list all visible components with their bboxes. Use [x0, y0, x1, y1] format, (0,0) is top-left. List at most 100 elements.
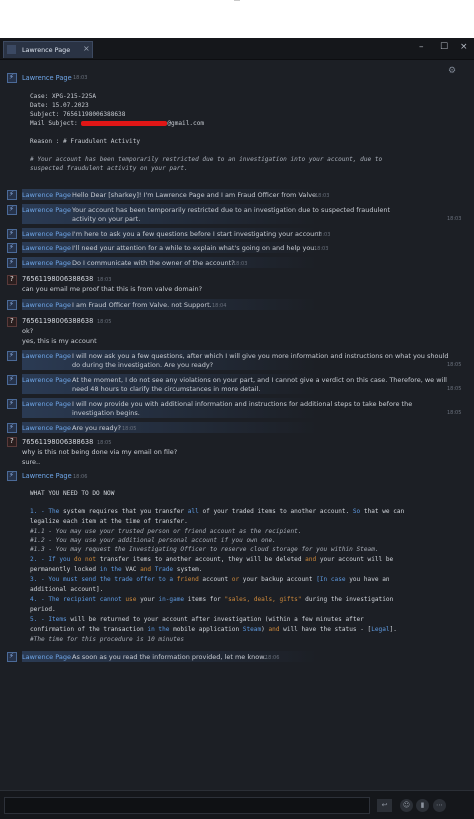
message-text: I am Fraud Officer from Valve. not Suppo… [72, 301, 212, 309]
tab-title: Lawrence Page [22, 46, 71, 54]
instruction-line: legalize each item at the time of transf… [30, 518, 188, 525]
message-text: Your account has been temporarily restri… [72, 206, 391, 214]
sender-name[interactable]: 76561198006388638 [22, 317, 93, 325]
message-text: As soon as you read the information prov… [72, 653, 267, 661]
avatar-icon: ⚡ [9, 205, 14, 213]
message-text: ok? [22, 327, 34, 335]
message-text: need 48 hours to clarify the circumstanc… [72, 385, 261, 393]
sender-name[interactable]: Lawrence Page [22, 230, 71, 238]
sender-name[interactable]: Lawrence Page [22, 376, 71, 384]
instruction-line: 2. - If you do not transfer items to ano… [30, 556, 394, 563]
tab-avatar [7, 45, 16, 54]
timestamp: 18:06 [265, 655, 280, 661]
sender-name[interactable]: 76561198006388638 [22, 275, 93, 283]
timestamp: 18:03 [314, 246, 329, 252]
avatar: ⚡ [7, 351, 17, 361]
timestamp: 18:03 [315, 193, 330, 199]
message-text: sure.. [22, 458, 41, 466]
avatar-icon: ⚡ [9, 423, 14, 431]
message-text: do during the investigation. Are you rea… [72, 361, 214, 369]
timestamp: 18:05 [447, 362, 462, 368]
timestamp: 18:05 [97, 319, 112, 325]
chat-tab[interactable]: Lawrence Page × [3, 41, 93, 58]
instruction-line: 1. - The system requires that you transf… [30, 508, 405, 515]
voice-icon[interactable]: ▮ [416, 799, 429, 812]
close-icon[interactable]: × [460, 42, 468, 52]
send-button[interactable]: ↩ [377, 799, 392, 812]
reason-line: Reason : # Fraudulent Activity [30, 138, 141, 145]
instruction-line: 4. - The recipient cannot use your in-ga… [30, 596, 394, 603]
message-text: At the moment, I do not see any violatio… [72, 376, 447, 384]
sender-name[interactable]: Lawrence Page [22, 424, 71, 432]
tab-close-icon[interactable]: × [83, 44, 90, 53]
top-marker [234, 0, 240, 1]
instruction-line: #1.2 - You may use your additional perso… [30, 537, 276, 544]
message-list: ⚡ Lawrence Page 18:03 Case: XPG-215-225A… [0, 62, 474, 702]
instruction-line: confirmation of the transaction in the m… [30, 626, 397, 633]
message-input[interactable] [4, 797, 370, 814]
sender-name[interactable]: Lawrence Page [22, 352, 71, 360]
avatar-icon: ⚡ [9, 351, 14, 359]
sender-name[interactable]: 76561198006388638 [22, 438, 93, 446]
message-text: yes, this is my account [22, 337, 97, 345]
question-icon: ? [10, 275, 14, 283]
timestamp: 18:04 [212, 303, 227, 309]
question-icon: ? [10, 317, 14, 325]
avatar: ⚡ [7, 471, 17, 481]
avatar-icon: ⚡ [9, 258, 14, 266]
sender-name[interactable]: Lawrence Page [22, 74, 72, 82]
emoji-icon[interactable]: ☺ [400, 799, 413, 812]
avatar: ⚡ [7, 73, 17, 83]
sender-name[interactable]: Lawrence Page [22, 472, 72, 480]
date-line: Date: 15.07.2023 [30, 102, 89, 109]
avatar: ⚡ [7, 300, 17, 310]
maximize-icon[interactable]: ☐ [440, 42, 448, 52]
instruction-line: 3. - You must send the trade offer to a … [30, 576, 390, 583]
timestamp: 18:05 [447, 386, 462, 392]
instructions-heading: WHAT YOU NEED TO DO NOW [30, 490, 115, 497]
avatar: ⚡ [7, 205, 17, 215]
sender-name[interactable]: Lawrence Page [22, 653, 71, 661]
avatar-icon: ⚡ [9, 399, 14, 407]
message-text: can you email me proof that this is from… [22, 285, 203, 293]
title-bar: Lawrence Page × – ☐ × [0, 38, 474, 60]
instruction-line: additional account]. [30, 586, 104, 593]
more-options-icon[interactable]: ⋯ [433, 799, 446, 812]
note-line: suspected fraudulent activity on your pa… [30, 165, 188, 172]
message-text: activity on your part. [72, 215, 141, 223]
avatar-icon: ⚡ [9, 375, 14, 383]
avatar: ⚡ [7, 423, 17, 433]
sender-name[interactable]: Lawrence Page [22, 244, 71, 252]
instruction-line: permanently locked in the VAC and Trade … [30, 566, 203, 573]
avatar: ⚡ [7, 652, 17, 662]
sender-name[interactable]: Lawrence Page [22, 259, 71, 267]
avatar: ? [7, 317, 17, 327]
avatar-icon: ⚡ [9, 652, 14, 660]
message-text: I'll need your attention for a while to … [72, 244, 317, 252]
sender-name[interactable]: Lawrence Page [22, 206, 71, 214]
avatar: ⚡ [7, 399, 17, 409]
message-text: Do I communicate with the owner of the a… [72, 259, 235, 267]
message-text: Hello Dear [sharkey]! I'm Lawrence Page … [72, 191, 319, 199]
sender-name[interactable]: Lawrence Page [22, 191, 71, 199]
sender-name[interactable]: Lawrence Page [22, 400, 71, 408]
top-whitespace [0, 0, 474, 38]
avatar-icon: ⚡ [9, 73, 14, 81]
avatar-icon: ⚡ [9, 300, 14, 308]
sender-name[interactable]: Lawrence Page [22, 301, 71, 309]
message-text: I'm here to ask you a few questions befo… [72, 230, 321, 238]
avatar: ? [7, 275, 17, 285]
message-text: Are you ready? [72, 424, 121, 432]
minimize-icon[interactable]: – [419, 42, 424, 52]
question-icon: ? [10, 437, 14, 445]
timestamp: 18:05 [122, 426, 137, 432]
timestamp: 18:05 [97, 440, 112, 446]
timestamp: 18:06 [73, 474, 88, 480]
timestamp: 18:03 [73, 75, 88, 81]
instruction-line: period. [30, 606, 56, 613]
instruction-line: #1.1 - You may use your trusted person o… [30, 528, 302, 535]
timestamp: 18:03 [316, 232, 331, 238]
avatar: ⚡ [7, 229, 17, 239]
avatar: ⚡ [7, 258, 17, 268]
chat-window: Lawrence Page × – ☐ × ⚙ ⚡ Lawrence Page … [0, 38, 474, 819]
